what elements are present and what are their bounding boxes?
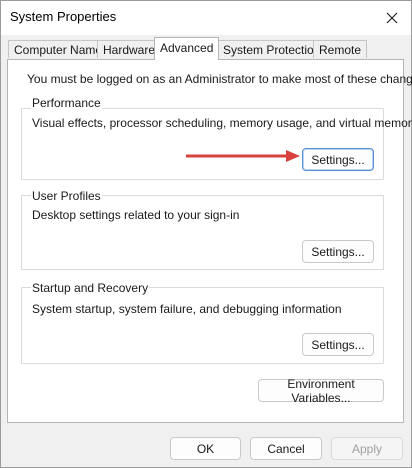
close-icon (386, 12, 398, 24)
performance-settings-button[interactable]: Settings... (302, 148, 374, 171)
tab-remote[interactable]: Remote (313, 40, 368, 58)
user-profiles-settings-button[interactable]: Settings... (302, 240, 374, 263)
apply-button[interactable]: Apply (331, 437, 403, 460)
annotation-arrow (186, 150, 300, 162)
performance-group-label: Performance (31, 96, 102, 110)
startup-recovery-settings-button[interactable]: Settings... (302, 333, 374, 356)
tab-computer-name[interactable]: Computer Name (8, 40, 109, 58)
performance-description: Visual effects, processor scheduling, me… (32, 116, 412, 130)
startup-recovery-description: System startup, system failure, and debu… (32, 302, 342, 316)
user-profiles-description: Desktop settings related to your sign-in (32, 208, 240, 222)
tab-hardware[interactable]: Hardware (97, 40, 162, 58)
ok-button[interactable]: OK (170, 437, 241, 460)
startup-recovery-group-label: Startup and Recovery (31, 281, 150, 295)
user-profiles-group-label: User Profiles (31, 189, 102, 203)
title-bar: System Properties (1, 1, 411, 35)
window-title: System Properties (10, 9, 117, 24)
tab-advanced[interactable]: Advanced (154, 37, 220, 60)
cancel-button[interactable]: Cancel (250, 437, 322, 460)
environment-variables-button[interactable]: Environment Variables... (258, 377, 384, 405)
tab-system-protection[interactable]: System Protection (217, 40, 327, 58)
admin-note: You must be logged on as an Administrato… (27, 72, 412, 86)
close-button[interactable] (377, 5, 407, 31)
